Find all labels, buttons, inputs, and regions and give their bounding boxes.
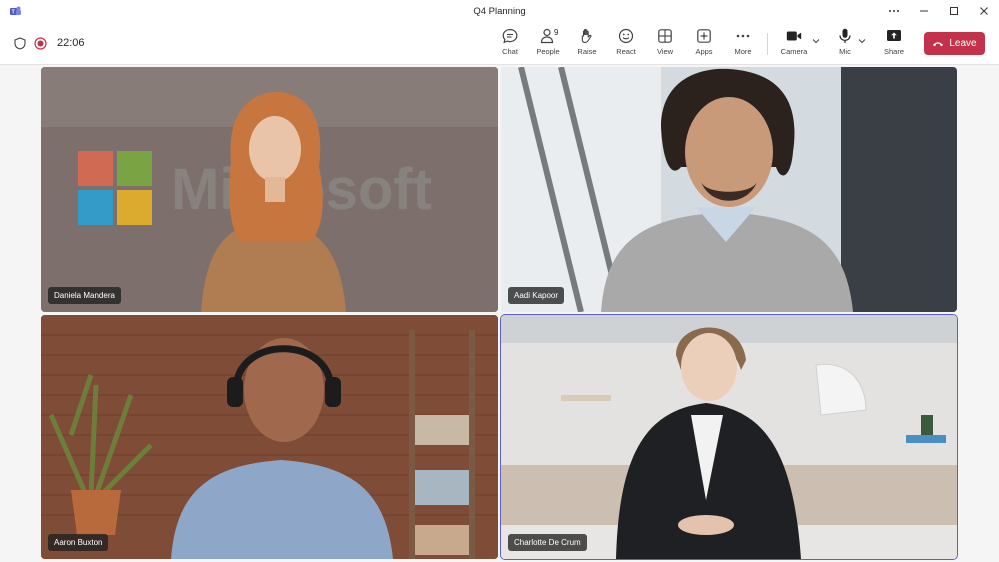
raise-hand-icon — [581, 28, 592, 44]
more-label: More — [734, 47, 752, 56]
window-more-button[interactable] — [879, 0, 909, 22]
mic-label: Mic — [839, 47, 851, 56]
video-feed-aaron — [41, 315, 498, 559]
title-bar: T Q4 Planning — [0, 0, 999, 23]
camera-button[interactable]: Camera — [775, 27, 813, 61]
mic-icon — [839, 28, 851, 43]
teams-logo-icon: T — [10, 6, 21, 16]
meeting-status: 22:06 — [14, 22, 85, 64]
video-tile[interactable]: Aadi Kapoor — [501, 67, 957, 312]
video-tile-active-speaker[interactable]: Charlotte De Crum — [500, 314, 958, 560]
participant-name-tag: Daniela Mandera — [48, 287, 121, 304]
shield-icon[interactable] — [14, 36, 26, 50]
maximize-icon — [950, 7, 958, 15]
more-button[interactable]: More — [724, 27, 762, 61]
more-dots-icon — [736, 34, 750, 38]
meeting-timer: 22:06 — [57, 37, 85, 49]
maximize-button[interactable] — [939, 0, 969, 22]
mic-options-chevron-down-icon[interactable] — [858, 37, 866, 45]
smile-icon — [618, 28, 634, 44]
people-button[interactable]: 9 People — [529, 27, 567, 61]
minimize-button[interactable] — [909, 0, 939, 22]
window-title: Q4 Planning — [473, 5, 526, 17]
apps-add-icon — [697, 29, 711, 43]
camera-options-chevron-down-icon[interactable] — [812, 37, 820, 45]
react-button[interactable]: React — [607, 27, 645, 61]
raise-label: Raise — [577, 47, 597, 56]
react-label: React — [616, 47, 636, 56]
chat-icon — [502, 28, 518, 44]
video-feed-charlotte — [501, 315, 957, 559]
participant-name-tag: Charlotte De Crum — [508, 534, 587, 551]
camera-icon — [786, 31, 802, 41]
people-label: People — [536, 47, 560, 56]
chat-label: Chat — [502, 47, 518, 56]
share-button[interactable]: Share — [875, 27, 913, 61]
apps-button[interactable]: Apps — [685, 27, 723, 61]
video-feed-aadi — [501, 67, 957, 312]
svg-text:T: T — [12, 10, 15, 16]
participant-name-tag: Aaron Buxton — [48, 534, 109, 551]
share-label: Share — [883, 47, 904, 56]
toolbar-divider — [767, 33, 768, 55]
raise-hand-button[interactable]: Raise — [568, 27, 606, 61]
leave-label: Leave — [949, 38, 977, 49]
participant-name-tag: Aadi Kapoor — [508, 287, 565, 304]
hang-up-icon — [933, 41, 944, 46]
view-label: View — [656, 47, 674, 56]
people-count: 9 — [554, 28, 559, 37]
chat-button[interactable]: Chat — [491, 27, 529, 61]
close-button[interactable] — [969, 0, 999, 22]
recording-icon — [34, 36, 47, 50]
more-dots-icon — [889, 10, 899, 12]
video-tile[interactable]: Aaron Buxton — [41, 315, 498, 559]
apps-label: Apps — [695, 47, 713, 56]
video-tile[interactable]: Microsoft Daniela Mandera — [41, 67, 498, 312]
view-grid-icon — [658, 29, 672, 43]
meeting-toolbar: 22:06 Chat 9 People Raise React View App… — [0, 22, 999, 65]
video-feed-daniela: Microsoft — [41, 67, 498, 312]
leave-button[interactable]: Leave — [924, 32, 985, 55]
minimize-icon — [920, 10, 928, 12]
close-icon — [980, 7, 988, 15]
window-controls — [879, 0, 999, 22]
view-button[interactable]: View — [646, 27, 684, 61]
share-icon — [887, 30, 901, 41]
camera-label: Camera — [780, 47, 808, 56]
